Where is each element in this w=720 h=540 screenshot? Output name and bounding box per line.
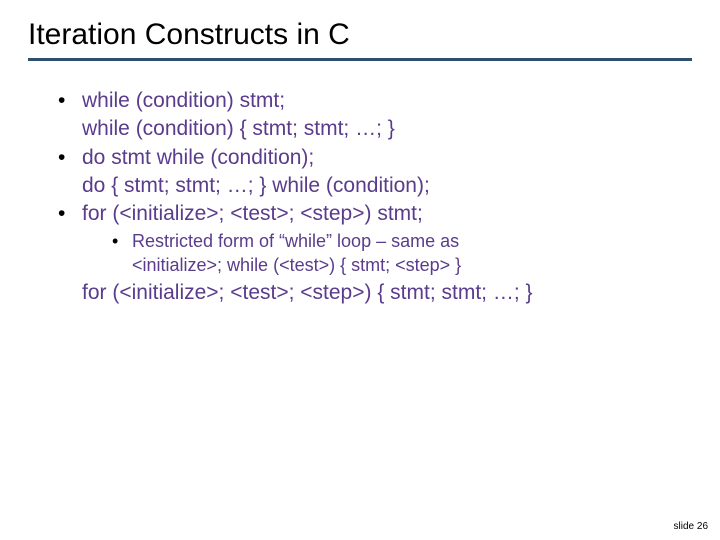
bullet-dot-icon: • xyxy=(58,200,82,228)
bullet-dot-icon: • xyxy=(58,144,82,172)
slide-body: • while (condition) stmt; while (conditi… xyxy=(28,87,692,308)
bullet-while-cont: while (condition) { stmt; stmt; …; } xyxy=(58,115,692,143)
slide-number: slide 26 xyxy=(674,521,708,532)
sub-bullet-text: Restricted form of “while” loop – same a… xyxy=(132,229,692,253)
sub-bullet-cont: <initialize>; while (<test>) { stmt; <st… xyxy=(58,253,692,277)
bullet-dot-icon: • xyxy=(112,229,132,253)
bullet-dot-icon: • xyxy=(58,87,82,115)
bullet-do-cont: do { stmt; stmt; …; } while (condition); xyxy=(58,172,692,200)
bullet-text: for (<initialize>; <test>; <step>) stmt; xyxy=(82,200,692,228)
title-rule xyxy=(28,58,692,61)
sub-bullet: • Restricted form of “while” loop – same… xyxy=(58,229,692,253)
bullet-text: while (condition) stmt; xyxy=(82,87,692,115)
slide: Iteration Constructs in C • while (condi… xyxy=(0,0,720,540)
slide-title: Iteration Constructs in C xyxy=(28,18,692,52)
bullet-text: do stmt while (condition); xyxy=(82,144,692,172)
bullet-do: • do stmt while (condition); xyxy=(58,144,692,172)
bullet-for: • for (<initialize>; <test>; <step>) stm… xyxy=(58,200,692,228)
bullet-for-cont: for (<initialize>; <test>; <step>) { stm… xyxy=(58,279,692,307)
bullet-while: • while (condition) stmt; xyxy=(58,87,692,115)
